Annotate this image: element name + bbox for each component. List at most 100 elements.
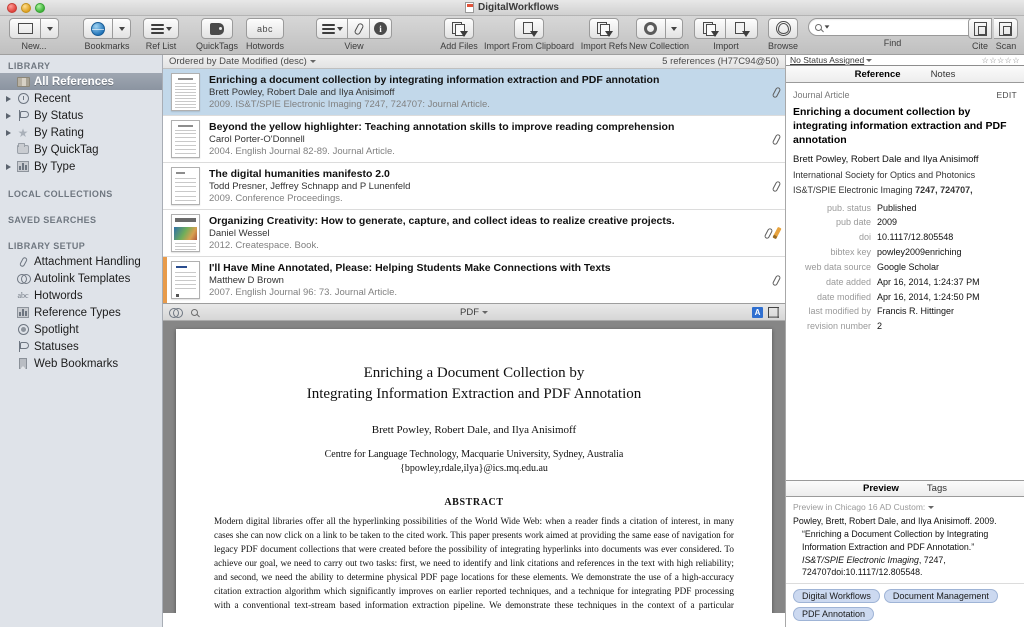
toolbar-label-quicktags: QuickTags <box>195 41 239 51</box>
sidebar-item-by-status[interactable]: By Status <box>0 107 162 124</box>
reference-authors: Brett Powley, Robert Dale and Ilya Anisi… <box>209 87 395 98</box>
sidebar-item-by-type[interactable]: By Type <box>0 158 162 175</box>
hotwords-button[interactable]: abc <box>246 18 284 39</box>
new-dropdown-button[interactable] <box>41 18 59 39</box>
pdf-email: {bpowley,rdale,ilya}@ics.mq.edu.au <box>400 463 548 475</box>
search-icon[interactable] <box>191 308 198 316</box>
new-collection-dropdown-button[interactable] <box>665 18 683 39</box>
search-icon <box>814 23 822 31</box>
toolbar-label-new: New... <box>21 41 47 51</box>
rating-stars[interactable]: ☆☆☆☆☆ <box>982 56 1020 65</box>
table-row[interactable]: I'll Have Mine Annotated, Please: Helpin… <box>163 257 785 303</box>
add-files-button[interactable] <box>444 18 474 39</box>
tag-pill[interactable]: Digital Workflows <box>793 589 880 603</box>
field-row: last modified by Francis R. Hittinger <box>793 306 1017 316</box>
new-collection-button[interactable] <box>635 18 666 39</box>
table-row[interactable]: Organizing Creativity: How to generate, … <box>163 210 785 257</box>
table-row[interactable]: Enriching a document collection by integ… <box>163 69 785 116</box>
import-refs-button[interactable] <box>589 18 619 39</box>
tag-pill[interactable]: PDF Annotation <box>793 607 875 621</box>
bars-icon <box>16 160 30 173</box>
window-title-text: DigitalWorkflows <box>478 2 559 13</box>
reference-list[interactable]: Enriching a document collection by integ… <box>163 69 785 303</box>
thumbnail <box>171 167 200 205</box>
view-attachments-button[interactable] <box>348 18 370 39</box>
link-icon[interactable] <box>169 307 183 318</box>
tab-notes[interactable]: Notes <box>931 69 956 80</box>
ref-list-button[interactable] <box>143 18 179 39</box>
tab-preview[interactable]: Preview <box>863 483 899 494</box>
sidebar-item-reference-types[interactable]: Reference Types <box>0 304 162 321</box>
disclosure-triangle-icon[interactable] <box>6 129 11 136</box>
import-button-a[interactable] <box>694 18 726 39</box>
sidebar-item-web-bookmarks[interactable]: Web Bookmarks <box>0 355 162 372</box>
quicktags-button[interactable] <box>201 18 233 39</box>
field-key: last modified by <box>808 306 871 317</box>
sidebar-item-by-rating[interactable]: ★ By Rating <box>0 124 162 141</box>
field-value[interactable]: powley2009enriching <box>877 247 962 257</box>
paperclip-icon[interactable] <box>771 132 782 146</box>
flag-icon <box>16 109 30 122</box>
sidebar-item-recent[interactable]: Recent <box>0 90 162 107</box>
edit-button[interactable]: EDIT <box>996 90 1017 100</box>
disclosure-triangle-icon[interactable] <box>6 112 11 119</box>
pdf-page: Enriching a Document Collection by Integ… <box>176 329 772 613</box>
preview-style-selector[interactable]: Preview in Chicago 16 AD Custom: <box>793 502 1017 512</box>
view-info-button[interactable]: i <box>370 18 392 39</box>
paperclip-icon[interactable] <box>771 85 782 99</box>
paperclip-icon[interactable] <box>771 179 782 193</box>
pdf-viewer[interactable]: Enriching a Document Collection by Integ… <box>163 321 785 613</box>
table-row[interactable]: The digital humanities manifesto 2.0 Tod… <box>163 163 785 210</box>
tag-pill[interactable]: Document Management <box>883 589 998 603</box>
inspector-source: IS&T/SPIE Electronic Imaging 7247, 72470… <box>793 185 1017 195</box>
browse-button[interactable] <box>768 18 798 39</box>
field-value[interactable]: Published <box>877 203 917 213</box>
sidebar-header-local-collections: LOCAL COLLECTIONS <box>8 189 113 199</box>
sidebar-item-spotlight[interactable]: Spotlight <box>0 321 162 338</box>
scan-button[interactable] <box>994 18 1018 39</box>
disclosure-triangle-icon[interactable] <box>6 95 11 102</box>
sidebar-item-autolink-templates[interactable]: Autolink Templates <box>0 270 162 287</box>
reference-info: Organizing Creativity: How to generate, … <box>209 215 766 251</box>
paperclip-icon[interactable] <box>771 273 782 287</box>
pdf-format-selector[interactable]: PDF <box>163 307 785 318</box>
list-icon <box>150 23 164 34</box>
cite-button[interactable] <box>968 18 992 39</box>
sidebar-item-statuses[interactable]: Statuses <box>0 338 162 355</box>
new-reference-icon <box>17 23 33 34</box>
chevron-down-icon <box>670 26 677 31</box>
field-value[interactable]: Google Scholar <box>877 262 939 272</box>
status-selector[interactable]: No Status Assigned <box>790 55 873 65</box>
bookmarks-button[interactable] <box>83 18 113 39</box>
toolbar-label-newcollection: New Collection <box>628 41 690 51</box>
import-files-icon <box>451 21 468 37</box>
list-icon <box>321 23 335 34</box>
reference-type-row: Journal Article EDIT <box>793 90 1017 100</box>
sidebar-item-by-quicktag[interactable]: By QuickTag <box>0 141 162 158</box>
sidebar-item-label: By Status <box>34 109 84 122</box>
text-mode-button[interactable]: A <box>752 306 763 318</box>
toolbar-label-bookmarks: Bookmarks <box>84 41 130 51</box>
note-pencil-icon[interactable] <box>772 226 782 240</box>
tab-tags[interactable]: Tags <box>927 483 947 494</box>
table-row[interactable]: Beyond the yellow highlighter: Teaching … <box>163 116 785 163</box>
sort-order-control[interactable]: Ordered by Date Modified (desc) <box>169 56 316 67</box>
search-input[interactable] <box>807 18 978 36</box>
chevron-down-icon <box>336 26 343 31</box>
import-button-b[interactable] <box>726 18 758 39</box>
reference-meta: 2004. English Journal 82-89. Journal Art… <box>209 146 395 157</box>
tab-reference[interactable]: Reference <box>855 69 901 80</box>
row-icons <box>771 273 782 287</box>
field-key: pub. status <box>826 202 871 213</box>
sidebar-item-all-references[interactable]: All References <box>0 73 162 90</box>
field-value[interactable]: 2009 <box>877 217 897 227</box>
import-clipboard-button[interactable] <box>514 18 544 39</box>
inspector-source-volume: 7247, 724707, <box>915 184 973 195</box>
sidebar-item-hotwords[interactable]: abc Hotwords <box>0 287 162 304</box>
disclosure-triangle-icon[interactable] <box>6 163 11 170</box>
field-value[interactable]: 10.1117/12.805548 <box>877 232 953 242</box>
crop-mode-button[interactable] <box>768 306 779 318</box>
new-reference-button[interactable] <box>9 18 41 39</box>
sidebar-item-attachment-handling[interactable]: Attachment Handling <box>0 253 162 270</box>
view-list-button[interactable] <box>316 18 348 39</box>
